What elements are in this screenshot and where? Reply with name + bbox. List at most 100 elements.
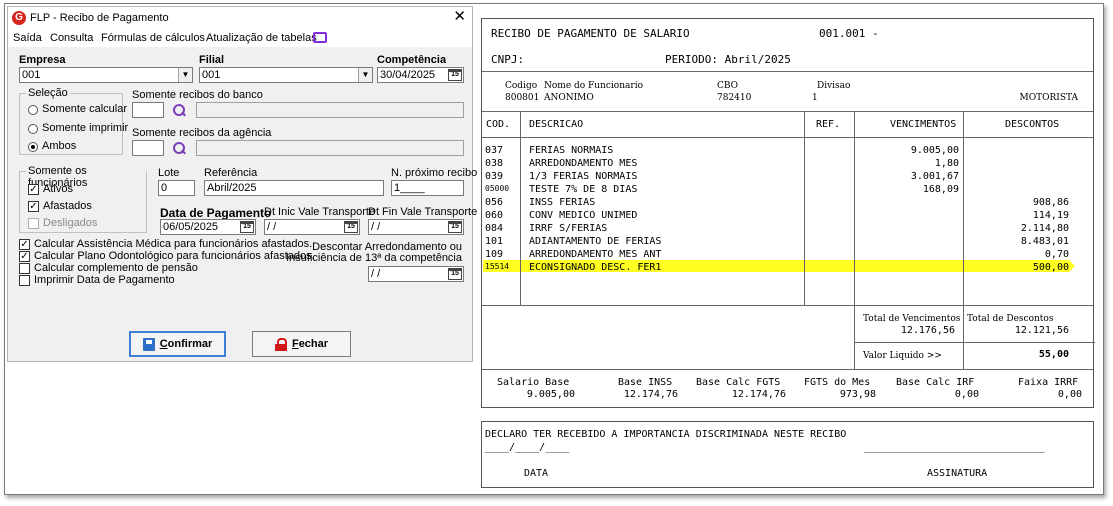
codigo-header: Codigo [505,81,538,91]
calendar-icon[interactable]: 15 [448,221,462,233]
calendar-icon[interactable]: 15 [448,268,462,280]
col-descricao: DESCRICAO [529,119,584,130]
recibo-dialog: G FLP - Recibo de Pagamento ✕ Saída Cons… [7,6,477,362]
base-fgts-value: 12.174,76 [731,389,786,400]
search-icon[interactable] [172,103,186,117]
pensao-label: Calcular complemento de pensão [34,262,198,274]
row-cod: 084 [485,223,504,234]
calendar-icon[interactable]: 15 [344,221,358,233]
lote-input[interactable]: 0 [158,180,195,196]
row-descricao: ADIANTAMENTO DE FERIAS [529,236,662,247]
dt-fin-field[interactable]: / / 15 [368,219,464,235]
declaration-box: DECLARO TER RECEBIDO A IMPORTANCIA DISCR… [481,421,1094,488]
col-ref: REF. [816,119,841,130]
agencia-label: Somente recibos da agência [132,127,272,139]
row-desconto: 8.483,01 [1020,236,1069,247]
chevron-down-icon[interactable]: ▼ [358,68,372,82]
dt-ini-field[interactable]: / / 15 [264,219,360,235]
row-cod: 037 [485,145,504,156]
pensao-checkbox[interactable] [19,263,30,274]
calendar-icon[interactable]: 15 [448,69,462,81]
date-label: DATA [524,468,549,479]
menu-atualizacao[interactable]: Atualização de tabelas [206,32,317,44]
row-descricao: ARREDONDAMENTO MES ANT [529,249,662,260]
chevron-down-icon[interactable]: ▼ [178,68,192,82]
descontar-field[interactable]: / / 15 [368,266,464,282]
cnpj-label: CNPJ: [491,53,525,66]
title-bar: G FLP - Recibo de Pagamento ✕ [8,7,472,29]
window-title: FLP - Recibo de Pagamento [30,12,169,24]
radio-somente-imprimir[interactable] [28,124,38,134]
row-desconto: 500,00 [1032,262,1069,273]
monitor-icon[interactable] [313,32,327,43]
menu-consulta[interactable]: Consulta [50,32,93,44]
periodo-label: PERIODO: Abril/2025 [665,53,791,66]
empresa-select[interactable]: 001 ▼ [19,67,193,83]
referencia-label: Referência [204,167,258,179]
close-icon[interactable]: ✕ [453,9,466,25]
faixa-irrf-label: Faixa IRRF [1018,377,1079,388]
col-descontos: DESCONTOS [1005,119,1060,130]
filial-select[interactable]: 001 ▼ [199,67,373,83]
col-cod: COD. [486,119,511,130]
row-cod: 039 [485,171,504,182]
cbo-value: 782410 [717,93,752,103]
desligados-label: Desligados [43,217,98,229]
row-vencimento: 168,09 [922,184,959,195]
agencia-input[interactable] [132,140,164,156]
ativos-label: Ativos [43,183,73,195]
nome-header: Nome do Funcionario [544,81,643,91]
search-icon[interactable] [172,141,186,155]
total-venc-value: 12.176,56 [900,325,955,336]
empresa-label: Empresa [19,54,66,66]
row-cod: 056 [485,197,504,208]
row-descricao: 1/3 FERIAS NORMAIS [529,171,638,182]
confirm-button[interactable]: Confirmar [129,331,226,357]
selecao-group: Seleção Somente calcular Somente imprimi… [19,87,128,155]
divisao-header: Divisao [817,81,851,91]
total-desc-value: 12.121,56 [1014,325,1069,336]
save-icon [142,337,155,351]
prox-recibo-input[interactable]: 1____ [391,180,464,196]
row-vencimento: 9.005,00 [910,145,959,156]
calendar-icon[interactable]: 15 [240,221,254,233]
row-descricao: ARREDONDAMENTO MES [529,158,638,169]
cargo-value: MOTORISTA [1019,93,1078,103]
lote-label: Lote [158,167,180,179]
declaration-text: DECLARO TER RECEBIDO A IMPORTANCIA DISCR… [485,429,847,440]
assist-medica-label: Calcular Assistência Médica para funcion… [34,238,313,250]
data-pag-field[interactable]: 06/05/2025 15 [160,219,256,235]
row-vencimento: 1,80 [934,158,959,169]
imprimir-data-label: Imprimir Data de Pagamento [34,274,175,286]
payslip: RECIBO DE PAGAMENTO DE SALARIO 001.001 -… [481,18,1095,408]
banco-input[interactable] [132,102,164,118]
row-cod: 101 [485,236,504,247]
referencia-input[interactable]: Abril/2025 [204,180,384,196]
row-descricao: FERIAS NORMAIS [529,145,614,156]
menu-saida[interactable]: Saída [13,32,42,44]
nome-value: ANONIMO [544,93,594,103]
total-desc-label: Total de Descontos [967,314,1054,324]
highlight-arrow [1069,260,1075,272]
dt-ini-label: Dt Inic Vale Transporte [264,206,376,218]
base-irf-value: 0,00 [954,389,979,400]
menu-formulas[interactable]: Fórmulas de cálculos [101,32,205,44]
imprimir-data-checkbox[interactable] [19,275,30,286]
radio-somente-calcular[interactable] [28,105,38,115]
opt-both-label: Ambos [42,140,77,152]
odonto-checkbox[interactable] [19,251,30,262]
salario-base-label: Salario Base [497,377,570,388]
banco-name-field [196,102,464,118]
app-logo-icon: G [12,11,26,25]
competencia-field[interactable]: 30/04/2025 15 [377,67,464,83]
radio-ambos[interactable] [28,142,38,152]
data-pag-label: Data de Pagamento [160,206,272,220]
assist-medica-checkbox[interactable] [19,239,30,250]
row-descricao: INSS FERIAS [529,197,596,208]
row-desconto: 114,19 [1032,210,1069,221]
close-button[interactable]: Fechar [252,331,351,357]
signature-line: ______________________________ [864,442,1045,453]
afastados-checkbox[interactable] [28,201,39,212]
ativos-checkbox[interactable] [28,184,39,195]
dt-fin-label: Dt Fin Vale Transporte [368,206,478,218]
